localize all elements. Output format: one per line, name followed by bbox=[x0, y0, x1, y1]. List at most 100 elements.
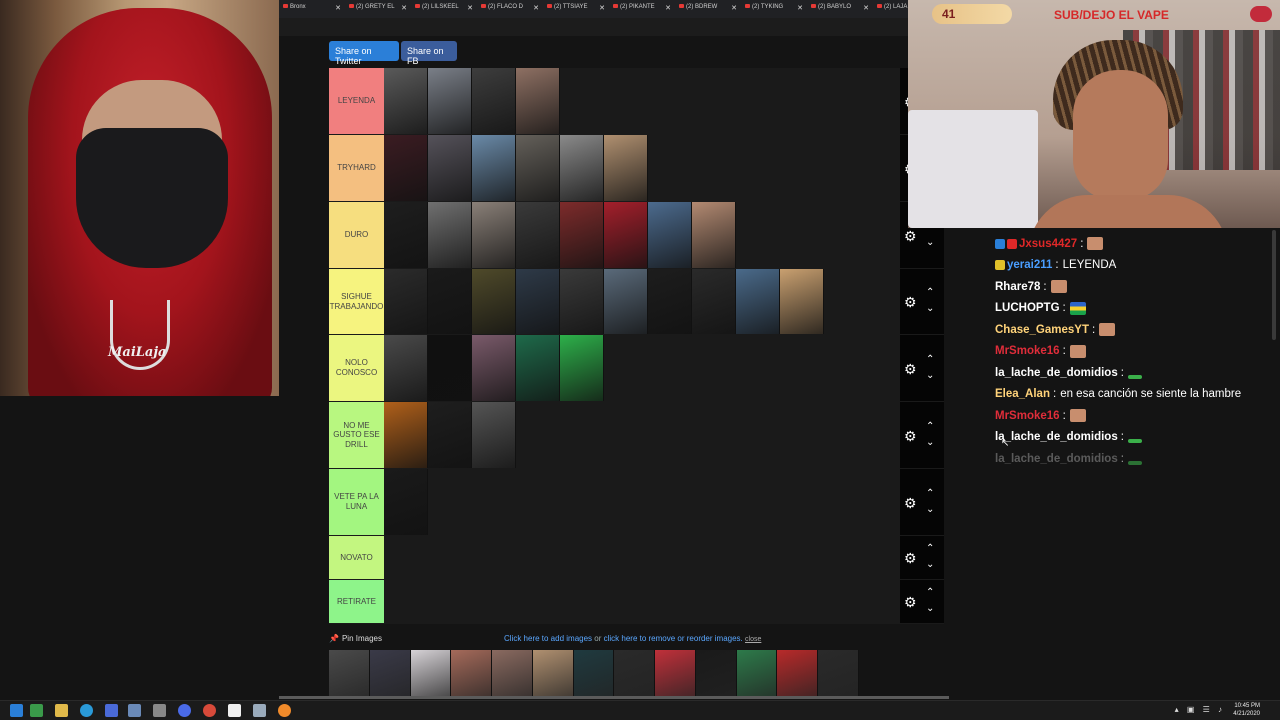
close-tab-icon[interactable]: ✕ bbox=[335, 4, 341, 12]
pool-image[interactable] bbox=[451, 650, 493, 696]
app-icon[interactable] bbox=[253, 704, 266, 717]
chevron-down-icon[interactable]: ⌄ bbox=[926, 237, 938, 248]
tier-image[interactable] bbox=[428, 335, 472, 401]
tier-image[interactable] bbox=[472, 135, 516, 201]
browser-tab[interactable]: (2) BABYLO ✕ bbox=[807, 0, 873, 18]
browser-tab[interactable]: (2) GRETY EL ✕ bbox=[345, 0, 411, 18]
browser-tab[interactable]: (2) TYKING ✕ bbox=[741, 0, 807, 18]
tier-image[interactable] bbox=[604, 202, 648, 268]
pool-image[interactable] bbox=[695, 650, 737, 696]
tier-image[interactable] bbox=[692, 269, 736, 334]
pool-image[interactable] bbox=[532, 650, 574, 696]
tier-image[interactable] bbox=[472, 269, 516, 334]
reorder-images-link[interactable]: click here to remove or reorder images. bbox=[604, 634, 743, 643]
gear-icon[interactable]: ⚙ bbox=[904, 595, 918, 609]
tier-image[interactable] bbox=[516, 335, 560, 401]
browser-tab[interactable]: (2) TTSIAYE ✕ bbox=[543, 0, 609, 18]
chat-username[interactable]: Jxsus4427 bbox=[1019, 238, 1077, 250]
close-tab-icon[interactable]: ✕ bbox=[797, 4, 803, 12]
close-tab-icon[interactable]: ✕ bbox=[599, 4, 605, 12]
app-icon[interactable] bbox=[228, 704, 241, 717]
clock[interactable]: 10:45 PM 4/21/2020 bbox=[1233, 702, 1260, 718]
pool-image[interactable] bbox=[369, 650, 411, 696]
start-icon[interactable] bbox=[10, 704, 23, 717]
browser-tab[interactable]: (2) LILSKEEL ✕ bbox=[411, 0, 477, 18]
tier-image[interactable] bbox=[384, 68, 428, 134]
tier-image[interactable] bbox=[428, 68, 472, 134]
tier-image[interactable] bbox=[384, 402, 428, 468]
chat-username[interactable]: la_lache_de_domidios bbox=[995, 431, 1118, 443]
gear-icon[interactable]: ⚙ bbox=[904, 496, 918, 510]
close-tab-icon[interactable]: ✕ bbox=[401, 4, 407, 12]
add-images-link[interactable]: Click here to add images bbox=[504, 634, 592, 643]
tier-image[interactable] bbox=[384, 269, 428, 334]
close-tab-icon[interactable]: ✕ bbox=[863, 4, 869, 12]
tier-image[interactable] bbox=[648, 269, 692, 334]
app-icon[interactable] bbox=[278, 704, 291, 717]
scrollbar-thumb[interactable] bbox=[279, 696, 949, 699]
tier-image[interactable] bbox=[692, 202, 736, 268]
pool-image[interactable] bbox=[492, 650, 533, 696]
chevron-down-icon[interactable]: ⌄ bbox=[926, 370, 938, 381]
chevron-up-icon[interactable]: ⌃ bbox=[926, 588, 938, 598]
chat-username[interactable]: yerai211 bbox=[1007, 259, 1052, 271]
tier-image[interactable] bbox=[516, 135, 560, 201]
chat-username[interactable]: la_lache_de_domidios bbox=[995, 367, 1118, 379]
pool-image[interactable] bbox=[655, 650, 696, 696]
chat-username[interactable]: LUCHOPTG bbox=[995, 302, 1060, 314]
tier-label[interactable]: NOVATO bbox=[329, 536, 384, 579]
pool-image[interactable] bbox=[736, 650, 778, 696]
tier-image[interactable] bbox=[648, 202, 692, 268]
gear-icon[interactable]: ⚙ bbox=[904, 362, 918, 376]
app-icon[interactable] bbox=[203, 704, 216, 717]
chat-username[interactable]: MrSmoke16 bbox=[995, 410, 1060, 422]
tier-image[interactable] bbox=[604, 269, 648, 334]
tier-image[interactable] bbox=[384, 469, 428, 535]
tier-image[interactable] bbox=[384, 335, 428, 401]
tier-label[interactable]: VETE PA LA LUNA bbox=[329, 469, 384, 535]
tier-image[interactable] bbox=[560, 135, 604, 201]
chevron-down-icon[interactable]: ⌄ bbox=[926, 304, 938, 314]
close-tab-icon[interactable]: ✕ bbox=[467, 4, 473, 12]
gear-icon[interactable]: ⚙ bbox=[904, 429, 918, 443]
browser-tab[interactable]: (2) PIKANTE ✕ bbox=[609, 0, 675, 18]
chat-username[interactable]: Rhare78 bbox=[995, 281, 1040, 293]
tier-label[interactable]: DURO bbox=[329, 202, 384, 268]
tier-image[interactable] bbox=[472, 402, 516, 468]
browser-icon[interactable] bbox=[80, 704, 93, 717]
app-icon[interactable] bbox=[178, 704, 191, 717]
app-icon[interactable] bbox=[30, 704, 43, 717]
pool-image[interactable] bbox=[410, 650, 452, 696]
close-tab-icon[interactable]: ✕ bbox=[665, 4, 671, 12]
pin-images[interactable]: 📌 Pin Images bbox=[329, 634, 382, 643]
tier-label[interactable]: LEYENDA bbox=[329, 68, 384, 134]
chevron-down-icon[interactable]: ⌄ bbox=[926, 504, 938, 515]
chat-scrollbar[interactable] bbox=[1272, 230, 1276, 340]
chevron-up-icon[interactable]: ⌃ bbox=[926, 544, 938, 554]
tier-image[interactable] bbox=[516, 269, 560, 334]
app-icon[interactable] bbox=[105, 704, 118, 717]
tier-image[interactable] bbox=[384, 202, 428, 268]
tier-image[interactable] bbox=[472, 68, 516, 134]
tier-label[interactable]: TRYHARD bbox=[329, 135, 384, 201]
tier-image[interactable] bbox=[560, 269, 604, 334]
chat-username[interactable]: la_lache_de_domidios bbox=[995, 453, 1118, 465]
close-tab-icon[interactable]: ✕ bbox=[731, 4, 737, 12]
share-facebook-button[interactable]: Share on FB bbox=[401, 41, 457, 66]
gear-icon[interactable]: ⚙ bbox=[904, 295, 918, 309]
tier-label[interactable]: RETIRATE bbox=[329, 580, 384, 623]
chevron-down-icon[interactable]: ⌄ bbox=[926, 437, 938, 448]
tier-image[interactable] bbox=[516, 68, 560, 134]
tier-image[interactable] bbox=[472, 202, 516, 268]
chat-username[interactable]: Elea_Alan bbox=[995, 388, 1050, 400]
browser-tab[interactable]: (2) FLACO D ✕ bbox=[477, 0, 543, 18]
folder-icon[interactable] bbox=[55, 704, 68, 717]
tier-label[interactable]: SIGHUE TRABAJANDO bbox=[329, 269, 384, 334]
browser-tab[interactable]: (2) LAJA - Yo✕ bbox=[873, 0, 908, 18]
app-icon[interactable] bbox=[153, 704, 166, 717]
tier-image[interactable] bbox=[428, 135, 472, 201]
system-tray[interactable]: ▴ ▣ ☰ ♪ bbox=[1175, 705, 1225, 714]
tier-image[interactable] bbox=[560, 335, 604, 401]
tier-image[interactable] bbox=[604, 135, 648, 201]
tier-image[interactable] bbox=[428, 402, 472, 468]
